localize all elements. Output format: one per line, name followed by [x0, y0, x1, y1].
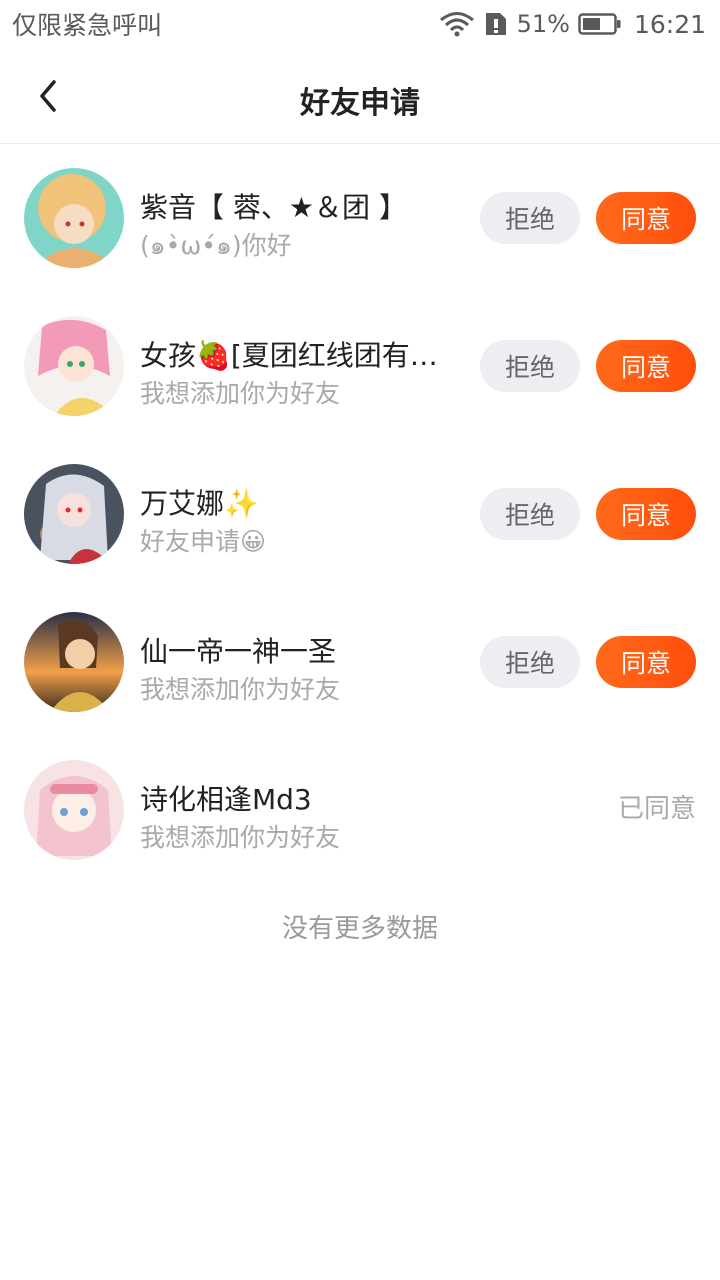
request-message: 我想添加你为好友: [140, 675, 341, 704]
friend-request-row[interactable]: 紫音【 蓉、★＆团 】 (๑•̀ω•́๑)你好 拒绝 同意: [0, 144, 720, 292]
avatar[interactable]: [24, 612, 124, 712]
accepted-status: 已同意: [617, 794, 696, 824]
requester-name: 紫音【 蓉、★＆团 】: [140, 191, 407, 224]
clock: 16:21: [633, 9, 706, 39]
page-title: 好友申请: [300, 86, 420, 121]
avatar[interactable]: [24, 316, 124, 416]
requester-name: 万艾娜✨: [140, 487, 259, 520]
friend-request-row[interactable]: 诗化相逢Md3 我想添加你为好友 已同意: [0, 736, 720, 884]
requester-name: 诗化相逢Md3: [140, 783, 312, 816]
requester-name: 仙一帝一神一圣: [140, 635, 337, 668]
avatar[interactable]: [24, 464, 124, 564]
reject-button[interactable]: 拒绝: [480, 192, 580, 244]
friend-request-row[interactable]: 女孩🍓[夏团红线团有… 我想添加你为好友 拒绝 同意: [0, 292, 720, 440]
app-header: 好友申请: [0, 48, 720, 144]
carrier-label: 仅限紧急呼叫: [12, 11, 163, 40]
accept-button[interactable]: 同意: [596, 340, 696, 392]
accept-button[interactable]: 同意: [596, 192, 696, 244]
friend-request-row[interactable]: 仙一帝一神一圣 我想添加你为好友 拒绝 同意: [0, 588, 720, 736]
reject-button[interactable]: 拒绝: [480, 488, 580, 540]
reject-button[interactable]: 拒绝: [480, 636, 580, 688]
status-icons: 51% 16:21: [439, 10, 706, 39]
reject-button[interactable]: 拒绝: [480, 340, 580, 392]
request-message: 好友申请😀: [140, 527, 267, 556]
wifi-icon: [439, 11, 475, 37]
status-bar: 仅限紧急呼叫 51% 16:21: [0, 0, 720, 48]
friend-request-row[interactable]: 万艾娜✨ 好友申请😀 拒绝 同意: [0, 440, 720, 588]
friend-request-list: 紫音【 蓉、★＆团 】 (๑•̀ω•́๑)你好 拒绝 同意 女孩🍓[夏团红线团有…: [0, 144, 720, 884]
request-message: (๑•̀ω•́๑)你好: [140, 231, 292, 260]
no-more-data-text: 没有更多数据: [281, 914, 438, 944]
accept-button[interactable]: 同意: [596, 636, 696, 688]
requester-name: 女孩🍓[夏团红线团有…: [140, 339, 438, 372]
friend-requests-screen: 仅限紧急呼叫 51% 16:21 好友申请 紫音【 蓉、★＆团 】 (๑•̀ω•…: [0, 0, 720, 1280]
sim-alert-icon: [483, 11, 509, 37]
avatar[interactable]: [24, 168, 124, 268]
request-message: 我想添加你为好友: [140, 379, 341, 408]
avatar[interactable]: [24, 760, 124, 860]
battery-percent: 51%: [516, 10, 570, 38]
battery-icon: [578, 12, 622, 36]
accept-button[interactable]: 同意: [596, 488, 696, 540]
request-message: 我想添加你为好友: [140, 823, 341, 852]
